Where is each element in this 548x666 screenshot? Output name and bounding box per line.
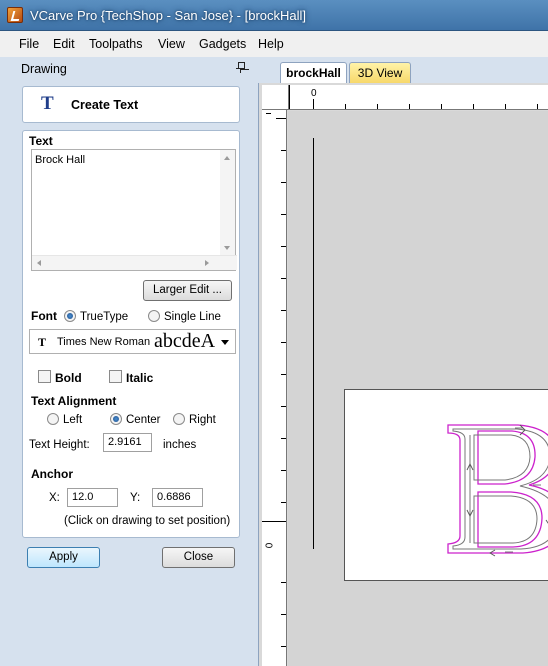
ruler-tick: [281, 614, 286, 615]
menu-edit[interactable]: Edit: [53, 37, 75, 51]
ruler-tick: [281, 646, 286, 647]
scroll-right-icon[interactable]: [205, 260, 209, 266]
top-ruler: 0: [289, 85, 548, 110]
close-button[interactable]: Close: [162, 547, 235, 568]
chevron-down-icon[interactable]: [221, 340, 229, 345]
align-center-label: Center: [126, 414, 161, 426]
tab-brockhall[interactable]: brockHall: [280, 62, 347, 83]
ruler-tick: [281, 182, 286, 183]
vcarve-app-icon: [7, 7, 23, 23]
menu-file[interactable]: File: [19, 37, 39, 51]
truetype-label: TrueType: [80, 311, 129, 323]
scroll-down-icon[interactable]: [224, 246, 230, 250]
text-input-value: Brock Hall: [35, 154, 86, 166]
truetype-radio[interactable]: [64, 310, 76, 322]
ruler-major-tick: [262, 521, 286, 522]
ruler-tick: [281, 278, 286, 279]
italic-checkbox[interactable]: [109, 370, 122, 383]
window-title: VCarve Pro {TechShop - San Jose} - [broc…: [30, 8, 307, 23]
ruler-tick: [281, 406, 286, 407]
ruler-tick: [281, 246, 286, 247]
origin-axis-line: [313, 138, 314, 549]
create-text-form: Text Brock Hall Larger Edit ... Font Tru…: [22, 130, 240, 538]
text-input[interactable]: Brock Hall: [31, 149, 237, 271]
font-label: Font: [31, 309, 57, 323]
align-center-radio[interactable]: [110, 413, 122, 425]
ruler-tick: [281, 310, 286, 311]
drawing-pane-header: Drawing: [12, 59, 249, 81]
ruler-tick: [505, 104, 506, 109]
ruler-corner: [262, 85, 289, 110]
scroll-up-icon[interactable]: [224, 156, 230, 160]
ruler-tick: [473, 104, 474, 109]
anchor-y-label: Y:: [130, 492, 141, 504]
bold-label: Bold: [55, 371, 82, 385]
pane-title: Drawing: [21, 62, 67, 76]
ruler-tick: [281, 582, 286, 583]
larger-edit-button[interactable]: Larger Edit ...: [143, 280, 232, 301]
title-bar: VCarve Pro {TechShop - San Jose} - [broc…: [0, 0, 548, 31]
single-line-label: Single Line: [164, 311, 221, 323]
anchor-hint: (Click on drawing to set position): [64, 515, 231, 527]
material-sheet[interactable]: [344, 389, 548, 581]
ruler-tick: [281, 374, 286, 375]
ruler-tick: [276, 118, 286, 119]
ruler-tick: [281, 150, 286, 151]
ruler-tick: [281, 502, 286, 503]
anchor-label: Anchor: [31, 467, 73, 481]
font-preview: abcdeA: [154, 330, 216, 352]
font-dropdown[interactable]: T Times New Roman abcdeA: [29, 329, 236, 354]
text-tool-icon: T: [41, 93, 54, 114]
ruler-tick: [377, 104, 378, 109]
vertical-scrollbar[interactable]: [220, 150, 235, 256]
ruler-tick: [441, 104, 442, 109]
drawing-area[interactable]: [288, 111, 548, 666]
italic-label: Italic: [126, 371, 154, 385]
ruler-tick: [281, 342, 286, 343]
scroll-left-icon[interactable]: [37, 260, 41, 266]
ruler-tick: [281, 470, 286, 471]
font-name: Times New Roman: [57, 336, 151, 348]
text-alignment-label: Text Alignment: [31, 394, 117, 408]
menu-gadgets[interactable]: Gadgets: [199, 37, 246, 51]
drawing-canvas[interactable]: 0 0: [258, 83, 548, 666]
ruler-major-tick: [289, 85, 290, 109]
menu-view[interactable]: View: [158, 37, 185, 51]
align-right-radio[interactable]: [173, 413, 185, 425]
horizontal-scrollbar[interactable]: [32, 255, 237, 270]
align-left-radio[interactable]: [47, 413, 59, 425]
pin-stem: [240, 69, 241, 73]
menu-help[interactable]: Help: [258, 37, 284, 51]
create-text-header: T Create Text: [22, 86, 240, 123]
document-tabs: brockHall 3D View: [258, 59, 548, 84]
left-ruler-zero: 0: [264, 542, 276, 549]
ruler-tick: [537, 104, 538, 109]
top-ruler-zero: 0: [311, 88, 317, 99]
ruler-tick: [409, 104, 410, 109]
left-ruler: 0: [262, 110, 287, 666]
ruler-tick: [266, 113, 271, 114]
letter-b-vector[interactable]: [345, 390, 548, 582]
truetype-font-icon: T: [38, 335, 47, 349]
ruler-tick: [281, 214, 286, 215]
text-section-label: Text: [29, 134, 53, 148]
anchor-x-label: X:: [49, 492, 60, 504]
single-line-radio[interactable]: [148, 310, 160, 322]
text-height-input[interactable]: 2.9161: [103, 433, 152, 452]
text-height-unit: inches: [163, 439, 197, 451]
ruler-tick: [281, 438, 286, 439]
ruler-tick: [345, 104, 346, 109]
anchor-x-input[interactable]: 12.0: [67, 488, 118, 507]
bold-checkbox[interactable]: [38, 370, 51, 383]
create-text-title: Create Text: [71, 98, 139, 112]
align-right-label: Right: [189, 414, 216, 426]
align-left-label: Left: [63, 414, 83, 426]
menu-bar: File Edit Toolpaths View Gadgets Help: [0, 31, 548, 57]
anchor-y-input[interactable]: 0.6886: [152, 488, 203, 507]
ruler-tick: [313, 99, 314, 109]
menu-toolpaths[interactable]: Toolpaths: [89, 37, 143, 51]
tab-3d-view[interactable]: 3D View: [349, 62, 411, 83]
apply-button[interactable]: Apply: [27, 547, 100, 568]
text-height-label: Text Height:: [29, 439, 90, 451]
